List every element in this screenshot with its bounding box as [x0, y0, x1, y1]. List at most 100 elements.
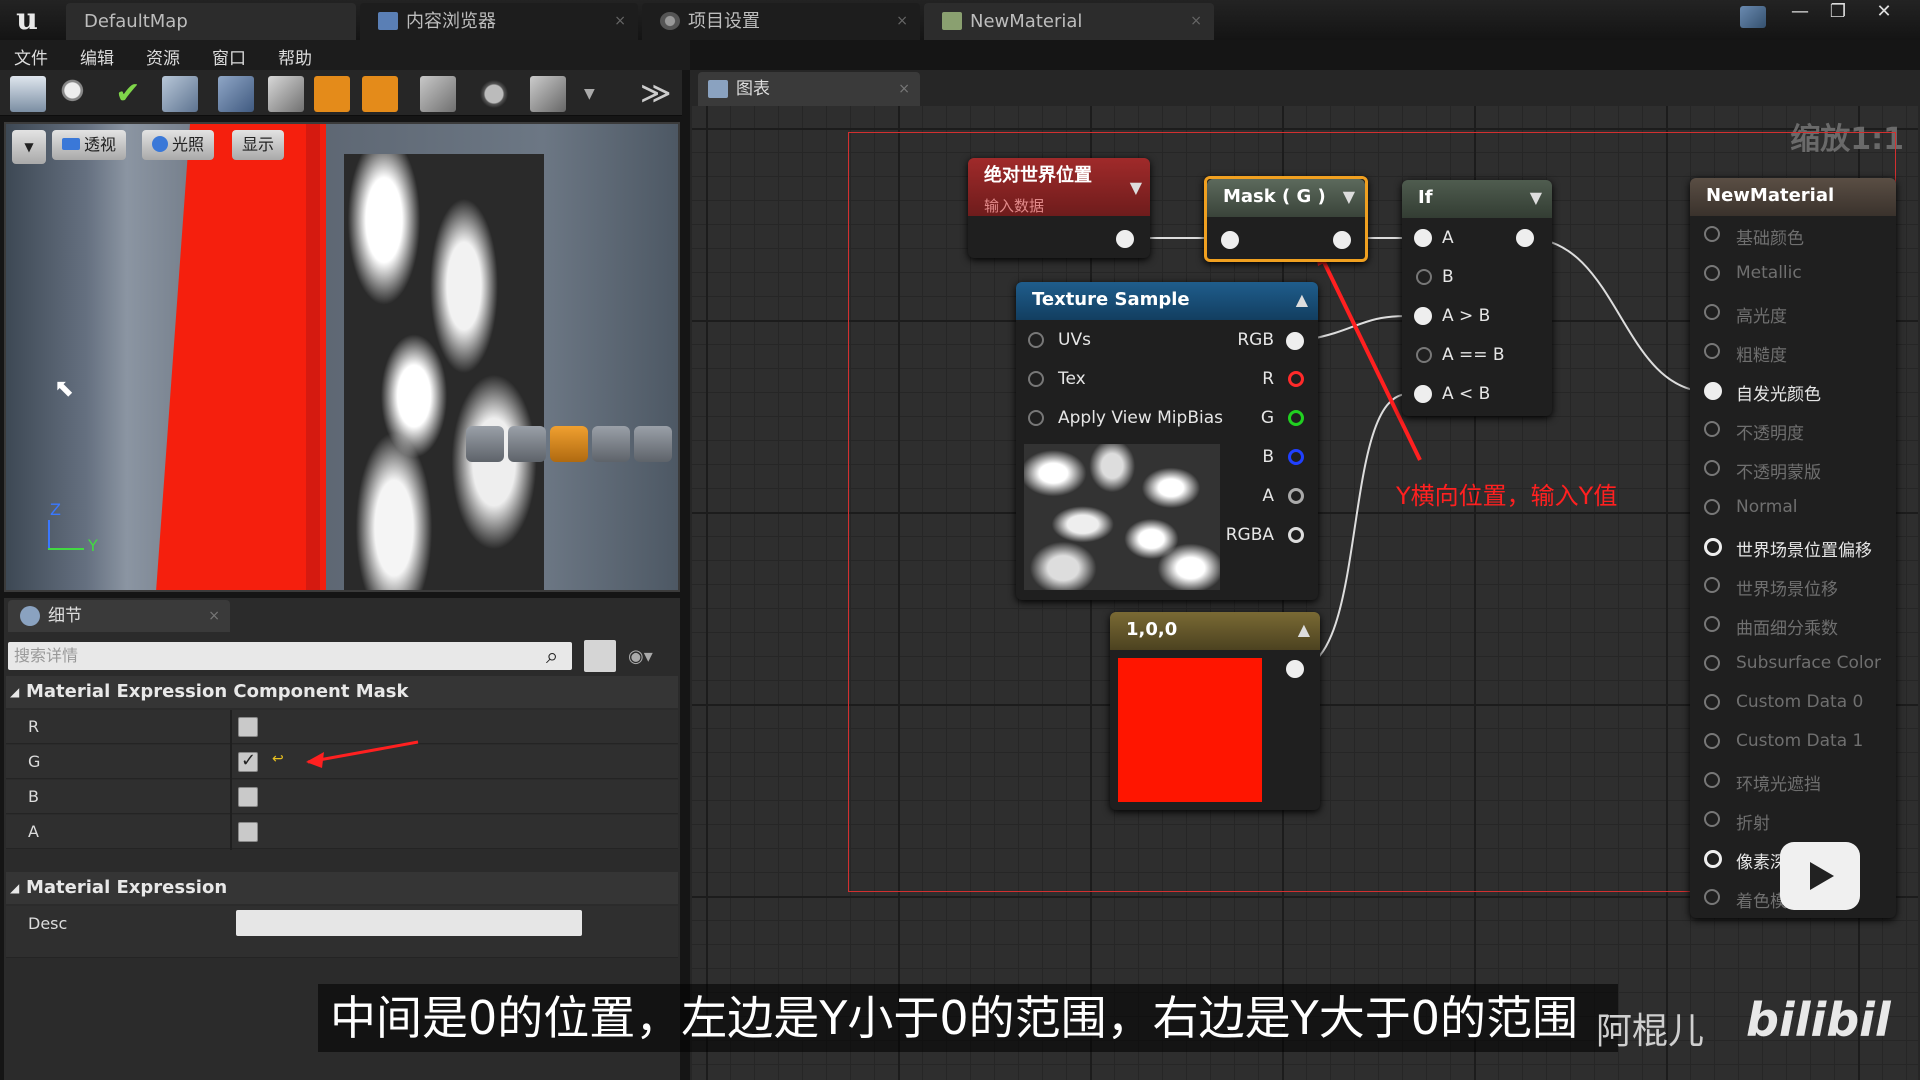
node-title: 绝对世界位置 输入数据 ▼	[968, 158, 1150, 216]
node-title: NewMaterial	[1690, 178, 1896, 216]
chevron-down-icon[interactable]: ▼	[1130, 170, 1142, 206]
graph-wires	[306, 237, 1711, 768]
material-pin-label: Custom Data 0	[1736, 692, 1864, 712]
material-pin-label: Metallic	[1736, 263, 1802, 283]
node-title: Texture Sample ▲	[1016, 282, 1318, 320]
video-subtitle: 中间是0的位置，左边是Y小于0的范围，右边是Y大于0的范围	[318, 984, 1618, 1052]
details-arrow-head	[306, 752, 324, 768]
node-title-label: Texture Sample	[1032, 289, 1190, 310]
play-badge-icon	[1780, 842, 1860, 910]
color-swatch	[1118, 658, 1262, 802]
material-pin-label: 曲面细分乘数	[1736, 619, 1838, 639]
svg-text:bilibili: bilibili	[1746, 993, 1892, 1047]
output-pin[interactable]	[1116, 230, 1134, 248]
details-arrow-line	[307, 740, 419, 764]
node-title-label: NewMaterial	[1706, 185, 1835, 206]
material-input-pin[interactable]	[1704, 265, 1720, 281]
node-title: If ▼	[1402, 180, 1552, 218]
material-pin-label: 折射	[1736, 814, 1770, 834]
input-pin-a-greater-b[interactable]	[1414, 307, 1432, 325]
pin-label: A > B	[1442, 306, 1491, 326]
output-pin[interactable]	[1286, 660, 1304, 678]
material-input-pin[interactable]	[1704, 772, 1720, 788]
material-input-pin[interactable]	[1704, 382, 1722, 400]
material-input-pin[interactable]	[1704, 694, 1720, 710]
pin-label: Apply View MipBias	[1058, 408, 1223, 428]
node-texture-sample[interactable]: Texture Sample ▲ UVs Tex Apply View MipB…	[1016, 282, 1318, 600]
input-pin-a[interactable]	[1414, 229, 1432, 247]
bilibili-logo-icon: bilibili	[1746, 993, 1908, 1047]
annotation-text: Y横向位置，输入Y值	[1396, 482, 1618, 510]
chevron-down-icon[interactable]: ▼	[1530, 180, 1542, 216]
material-input-pin[interactable]	[1704, 733, 1720, 749]
pin-label: UVs	[1058, 330, 1091, 350]
material-pin-label: 不透明蒙版	[1736, 463, 1821, 483]
input-pin-tex[interactable]	[1028, 371, 1044, 387]
material-input-pin[interactable]	[1704, 538, 1722, 556]
node-title-label: If	[1418, 187, 1433, 208]
chevron-up-icon[interactable]: ▲	[1298, 612, 1310, 648]
pin-label: A	[1442, 228, 1454, 248]
pin-label: RGBA	[1225, 525, 1274, 545]
pin-label: A	[1262, 486, 1274, 506]
material-input-pin[interactable]	[1704, 304, 1720, 320]
node-material-result[interactable]: NewMaterial 基础颜色 Metallic 高光度粗糙度自发光颜色不透明度不…	[1690, 178, 1896, 918]
output-pin[interactable]	[1516, 229, 1534, 247]
material-pin-label: 粗糙度	[1736, 346, 1787, 366]
watermark-text: 阿棍儿	[1596, 1011, 1705, 1052]
material-input-pin[interactable]	[1704, 499, 1720, 515]
material-pin-label: 不透明度	[1736, 424, 1804, 444]
chevron-down-icon[interactable]: ▼	[1343, 179, 1355, 215]
material-pin-label: Custom Data 1	[1736, 731, 1864, 751]
material-input-pin[interactable]	[1704, 343, 1720, 359]
material-input-pin[interactable]	[1704, 850, 1722, 868]
pin-label: B	[1442, 267, 1454, 287]
material-input-pin[interactable]	[1704, 889, 1720, 905]
input-pin-a-less-b[interactable]	[1414, 385, 1432, 403]
output-pin-g[interactable]	[1288, 410, 1304, 426]
bilibili-logo: bilibili	[1742, 992, 1908, 1048]
chevron-up-icon[interactable]: ▲	[1296, 282, 1308, 318]
output-pin-b[interactable]	[1288, 449, 1304, 465]
node-if[interactable]: If ▼ A B A > B A == B A < B	[1402, 180, 1552, 416]
play-triangle-icon	[1810, 862, 1834, 890]
material-input-pin[interactable]	[1704, 226, 1720, 242]
material-input-pin[interactable]	[1704, 421, 1720, 437]
material-input-pin[interactable]	[1704, 655, 1720, 671]
material-input-pin[interactable]	[1704, 577, 1720, 593]
node-mask-g[interactable]: Mask ( G ) ▼	[1204, 176, 1368, 262]
material-pin-label: 环境光遮挡	[1736, 775, 1821, 795]
node-title: Mask ( G ) ▼	[1207, 179, 1365, 217]
pin-label: RGB	[1237, 330, 1274, 350]
output-pin-rgb[interactable]	[1286, 332, 1304, 350]
output-pin[interactable]	[1333, 231, 1351, 249]
wire-if-emissive	[1525, 237, 1711, 393]
material-pin-label: Subsurface Color	[1736, 653, 1881, 673]
output-pin-rgba[interactable]	[1288, 527, 1304, 543]
material-input-pin[interactable]	[1704, 460, 1720, 476]
pin-label: Tex	[1058, 369, 1086, 389]
node-constant-vector[interactable]: 1,0,0 ▲	[1110, 612, 1320, 810]
input-pin-mipbias[interactable]	[1028, 410, 1044, 426]
material-pin-label: 世界场景位移	[1736, 580, 1838, 600]
input-pin-b[interactable]	[1416, 269, 1432, 285]
input-pin-uvs[interactable]	[1028, 332, 1044, 348]
material-pin-label: 世界场景位置偏移	[1736, 541, 1872, 561]
material-pin-label: Normal	[1736, 497, 1798, 517]
input-pin[interactable]	[1221, 231, 1239, 249]
input-pin-a-equals-b[interactable]	[1416, 347, 1432, 363]
pin-label: G	[1260, 408, 1274, 428]
material-input-pin[interactable]	[1704, 811, 1720, 827]
output-pin-a[interactable]	[1288, 488, 1304, 504]
node-absolute-world-position[interactable]: 绝对世界位置 输入数据 ▼	[968, 158, 1150, 258]
material-pin-label: 自发光颜色	[1736, 385, 1821, 405]
pin-label: R	[1262, 369, 1274, 389]
pin-label: A == B	[1442, 345, 1505, 365]
node-subtitle: 输入数据	[984, 197, 1045, 215]
pin-label: B	[1262, 447, 1274, 467]
material-pin-label: 高光度	[1736, 307, 1787, 327]
material-input-pin[interactable]	[1704, 616, 1720, 632]
material-pin-label: 基础颜色	[1736, 229, 1804, 249]
output-pin-r[interactable]	[1288, 371, 1304, 387]
texture-thumbnail	[1024, 444, 1220, 590]
